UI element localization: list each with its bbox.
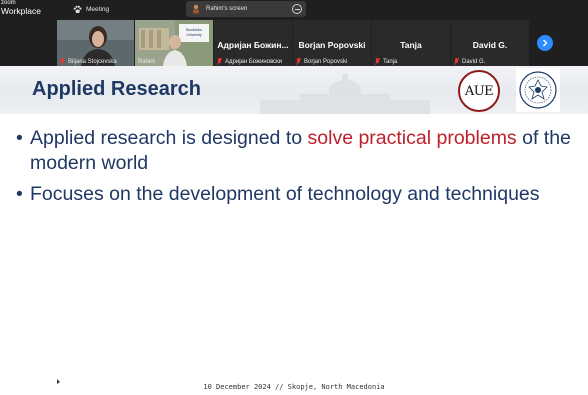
participant-tile-rahim[interactable]: Stockholm University Rahim	[135, 20, 213, 66]
slide-title: Applied Research	[32, 78, 201, 100]
participant-caption: David G.	[454, 58, 485, 65]
muted-mic-icon	[375, 58, 380, 65]
slide-footer: 10 December 2024 // Skopje, North Macedo…	[203, 383, 385, 391]
muted-mic-icon	[60, 58, 65, 65]
slide-bullet: Applied research is designed to solve pr…	[16, 126, 576, 176]
participant-caption: Tanja	[375, 58, 397, 65]
slide-bullets: Applied research is designed to solve pr…	[16, 126, 576, 213]
next-participants-button[interactable]	[537, 35, 553, 51]
svg-text:University: University	[186, 33, 202, 37]
participant-caption: Biljana Stojcevska	[60, 58, 117, 65]
participant-tile-biljana[interactable]: Biljana Stojcevska	[57, 20, 134, 66]
meeting-indicator[interactable]: Meeting	[73, 3, 109, 15]
slide-bullet: Focuses on the development of technology…	[16, 182, 576, 207]
mouse-cursor	[57, 379, 60, 384]
zoom-workplace-logo: zoom Workplace	[1, 0, 41, 16]
slide-header: Applied Research AUE	[0, 66, 588, 114]
muted-mic-icon	[217, 58, 222, 65]
participant-tile-tanja[interactable]: Tanja Tanja	[372, 20, 450, 66]
participant-caption: Rahim	[138, 59, 156, 65]
bullet-text-segment: solve practical problems	[307, 127, 517, 149]
aue-logo-text: AUE	[464, 83, 494, 99]
shared-slide: Applied Research AUE Applied research is…	[0, 66, 588, 395]
participant-caption: Borjan Popovski	[296, 58, 347, 65]
participant-name: Borjan Popovski	[298, 40, 366, 50]
participant-strip: Biljana Stojcevska Stockholm University …	[0, 18, 588, 66]
capitol-background-image	[260, 74, 430, 114]
screen-share-indicator[interactable]: Rahim's screen	[186, 1, 306, 17]
aue-logo: AUE	[458, 70, 500, 112]
share-label: Rahim's screen	[206, 6, 248, 12]
meeting-label: Meeting	[86, 5, 110, 13]
brand-line2: Workplace	[1, 6, 41, 16]
bullet-text-segment: Focuses on the development of technology…	[30, 183, 540, 205]
participant-name: Tanja	[400, 40, 422, 50]
minimize-share-button[interactable]	[292, 4, 302, 14]
participant-name: Адријан Божин...	[217, 40, 289, 50]
chevron-right-icon	[543, 39, 548, 47]
participant-caption: Адријан Божиновски	[217, 58, 282, 65]
zoom-top-bar: zoom Workplace Meeting Rahim's screen	[0, 0, 588, 18]
bullet-text-segment: Applied research is designed to	[30, 127, 308, 149]
participant-tile-adrijan[interactable]: Адријан Божин... Адријан Божиновски	[214, 20, 292, 66]
participant-name: David G.	[472, 40, 508, 50]
participant-tile-david[interactable]: David G. David G.	[451, 20, 529, 66]
paw-icon	[73, 5, 82, 13]
svg-text:Stockholm: Stockholm	[186, 28, 202, 32]
participant-tile-borjan[interactable]: Borjan Popovski Borjan Popovski	[293, 20, 371, 66]
muted-mic-icon	[454, 58, 459, 65]
stockholm-university-seal	[516, 68, 560, 112]
muted-mic-icon	[296, 58, 301, 65]
user-avatar-icon	[192, 4, 200, 14]
